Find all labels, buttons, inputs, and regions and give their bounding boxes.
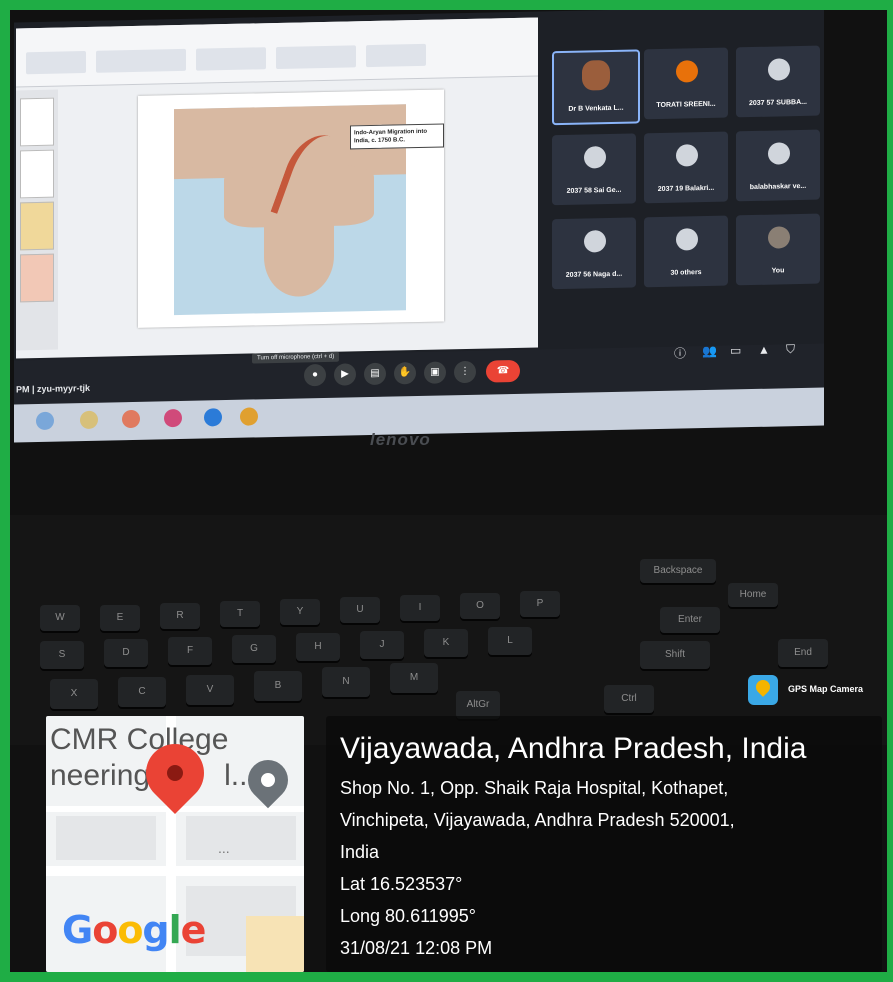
explorer-icon[interactable] xyxy=(80,410,98,430)
address-line: Shop No. 1, Opp. Shaik Raja Hospital, Ko… xyxy=(340,778,729,798)
key: G xyxy=(232,635,276,663)
laptop-screen: Indo-Aryan Migration into India, c. 1750… xyxy=(14,10,824,443)
edge-icon[interactable] xyxy=(204,408,222,427)
participant-tile[interactable]: 2037 56 Naga d... xyxy=(552,217,636,290)
powerpoint-window: Indo-Aryan Migration into India, c. 1750… xyxy=(16,17,538,359)
key: Ctrl xyxy=(604,685,654,713)
location-info-panel: Vijayawada, Andhra Pradesh, India Shop N… xyxy=(326,716,882,972)
shield-icon[interactable]: ⛉ xyxy=(786,342,795,357)
participant-tile[interactable]: 2037 19 Balakri... xyxy=(644,131,728,204)
key: T xyxy=(220,601,260,627)
key: O xyxy=(460,593,500,619)
key: H xyxy=(296,633,340,661)
key: I xyxy=(400,595,440,621)
participant-tile[interactable]: 2037 57 SUBBA... xyxy=(736,45,820,118)
key: Shift xyxy=(640,641,710,669)
people-icon[interactable]: 👥 xyxy=(702,344,717,358)
key: K xyxy=(424,629,468,657)
key: R xyxy=(160,603,200,629)
participant-grid: Dr B Venkata L... TORATI SREENI... 2037 … xyxy=(548,45,820,302)
app-icon[interactable] xyxy=(122,409,140,429)
app-icon[interactable] xyxy=(164,408,182,428)
key: U xyxy=(340,597,380,623)
city-line: Vijayawada, Andhra Pradesh, India xyxy=(340,732,807,765)
key: J xyxy=(360,631,404,659)
key: Y xyxy=(280,599,320,625)
google-logo: Google xyxy=(62,908,206,952)
keyboard: W E R T Y U I O P S D F G H J K L X C V … xyxy=(10,515,887,745)
gps-camera-badge: GPS Map Camera xyxy=(740,672,887,706)
participant-tile[interactable]: 30 others xyxy=(644,215,728,288)
datetime-text: 31/08/21 12:08 PM xyxy=(340,938,493,958)
gps-camera-label: GPS Map Camera xyxy=(788,684,864,694)
key: Enter xyxy=(660,607,720,633)
info-icon[interactable]: ⓘ xyxy=(674,344,686,361)
chrome-icon[interactable] xyxy=(240,407,258,426)
participant-tile[interactable]: TORATI SREENI... xyxy=(644,47,728,120)
key: L xyxy=(488,627,532,655)
key: D xyxy=(104,639,148,667)
key: B xyxy=(254,671,302,701)
key: End xyxy=(778,639,828,667)
ribbon xyxy=(16,17,538,88)
participant-tile[interactable]: balabhaskar ve... xyxy=(736,129,820,202)
map-dots: ... xyxy=(218,840,230,856)
india-map: Indo-Aryan Migration into India, c. 1750… xyxy=(174,104,444,316)
key: W xyxy=(40,605,80,631)
key: M xyxy=(390,663,438,693)
key: P xyxy=(520,591,560,617)
key: Backspace xyxy=(640,559,716,583)
gps-camera-app-icon xyxy=(748,675,778,705)
address-line: India xyxy=(340,842,380,862)
map-thumbnail: CMR College neering l... ... Google xyxy=(46,716,304,972)
longitude-text: Long 80.611995° xyxy=(340,906,476,926)
key: V xyxy=(186,675,234,705)
end-call-button[interactable]: ☎ xyxy=(486,359,520,383)
start-icon[interactable] xyxy=(36,411,54,431)
key: AltGr xyxy=(456,691,500,719)
activities-icon[interactable]: ▲ xyxy=(758,343,770,357)
slide-title: Indo-Aryan Migration into India, c. 1750… xyxy=(350,123,444,150)
key: X xyxy=(50,679,98,709)
latitude-text: Lat 16.523537° xyxy=(340,874,463,894)
participant-tile[interactable]: 2037 58 Sai Ge... xyxy=(552,133,636,206)
key: S xyxy=(40,641,84,669)
participant-tile[interactable]: Dr B Venkata L... xyxy=(552,49,640,126)
chat-icon[interactable]: ▭ xyxy=(730,343,741,357)
mic-tooltip: Turn off microphone (ctrl + d) xyxy=(252,351,340,364)
key: F xyxy=(168,637,212,665)
address-line: Vinchipeta, Vijayawada, Andhra Pradesh 5… xyxy=(340,810,735,830)
meeting-code: PM | zyu-myyr-tjk xyxy=(16,382,91,395)
key: C xyxy=(118,677,166,707)
slide-thumbnails xyxy=(16,89,58,351)
key: Home xyxy=(728,583,778,607)
key: E xyxy=(100,605,140,631)
photo-frame: Indo-Aryan Migration into India, c. 1750… xyxy=(0,0,893,982)
slide-canvas: Indo-Aryan Migration into India, c. 1750… xyxy=(138,89,444,328)
lenovo-logo: lenovo xyxy=(370,430,431,449)
participant-tile[interactable]: You xyxy=(736,213,820,286)
key: N xyxy=(322,667,370,697)
